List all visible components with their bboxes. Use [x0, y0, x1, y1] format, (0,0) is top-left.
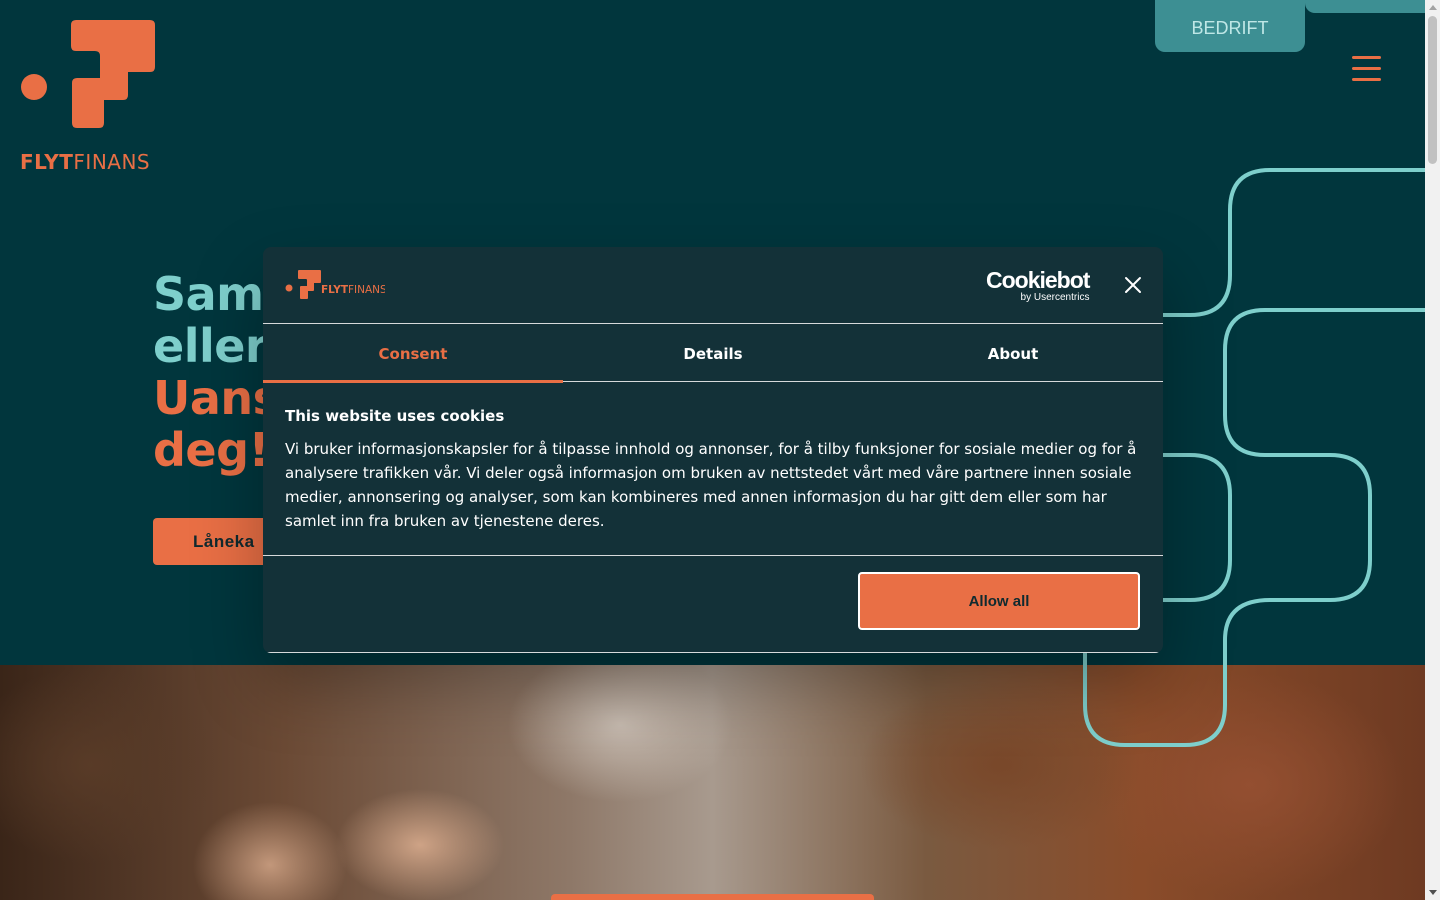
dialog-body: This website uses cookies Vi bruker info…	[285, 407, 1145, 533]
cookiebot-logo[interactable]: Cookiebot by Usercentrics	[986, 268, 1090, 303]
tab-about[interactable]: About	[863, 325, 1163, 382]
hero-headline: Sam eller Uans deg!	[153, 267, 280, 477]
dialog-logo: FLYTFINANS	[285, 270, 387, 300]
dialog-divider	[263, 652, 1163, 653]
close-icon	[1125, 277, 1141, 293]
bedrift-tab[interactable]: BEDRIFT	[1155, 0, 1305, 52]
site-logo[interactable]: FLYTFINANS	[20, 20, 160, 175]
tab-consent[interactable]: Consent	[263, 325, 563, 383]
flytfinans-logo-icon: FLYTFINANS	[285, 270, 387, 299]
flytfinans-logo-icon	[21, 20, 155, 128]
scroll-down-icon[interactable]	[1429, 890, 1437, 895]
allow-all-button[interactable]: Allow all	[858, 572, 1140, 630]
tab-details[interactable]: Details	[563, 325, 863, 382]
photo-overlay-bar	[551, 894, 874, 900]
scrollbar-thumb[interactable]	[1428, 16, 1437, 164]
hamburger-icon	[1352, 56, 1381, 59]
logo-wordmark: FLYTFINANS	[20, 150, 151, 174]
svg-text:FLYTFINANS: FLYTFINANS	[321, 284, 385, 296]
dialog-footer: Allow all	[263, 555, 1163, 653]
header-strip	[1305, 0, 1425, 13]
hamburger-menu-button[interactable]	[1352, 56, 1382, 84]
dialog-header: FLYTFINANS Cookiebot by Usercentrics	[263, 247, 1163, 324]
scroll-up-icon[interactable]	[1429, 5, 1437, 10]
dialog-title: This website uses cookies	[285, 407, 505, 425]
close-dialog-button[interactable]	[1121, 273, 1145, 297]
page-scrollbar[interactable]	[1425, 0, 1440, 900]
dialog-tabs: Consent Details About	[263, 325, 1163, 383]
cookie-consent-dialog: FLYTFINANS Cookiebot by Usercentrics Con…	[263, 247, 1163, 653]
dialog-description: Vi bruker informasjonskapsler for å tilp…	[285, 440, 1137, 530]
